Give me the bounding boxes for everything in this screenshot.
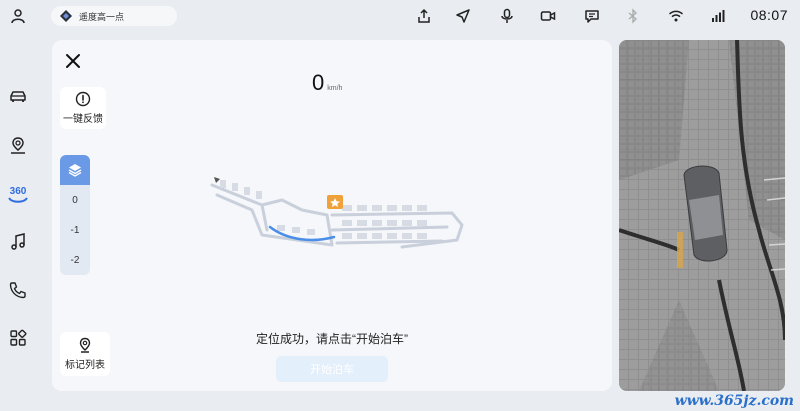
360-icon: 360 bbox=[8, 186, 28, 203]
layers-icon bbox=[68, 164, 82, 177]
wifi-icon[interactable] bbox=[668, 8, 684, 24]
signal-icon bbox=[712, 10, 725, 22]
floor-selector: 0 -1 -2 bbox=[60, 155, 90, 275]
destination-marker-icon bbox=[327, 195, 343, 209]
apps-icon[interactable] bbox=[8, 328, 28, 348]
camera-feed bbox=[619, 40, 785, 391]
car-icon[interactable] bbox=[8, 87, 28, 107]
parking-main-panel: 0 km/h 一键反馈 0 -1 -2 标记列表 定位成功，请点击“开始泊车” … bbox=[52, 40, 612, 391]
surround-camera-view[interactable] bbox=[619, 40, 785, 391]
floor-item[interactable]: -2 bbox=[60, 245, 90, 275]
parking-3d-map[interactable] bbox=[192, 165, 482, 265]
status-bar: 遥度高一点 08:07 bbox=[0, 0, 800, 32]
start-parking-button[interactable]: 开始泊车 bbox=[276, 356, 388, 382]
left-nav: 360 bbox=[0, 32, 36, 411]
status-message: 定位成功，请点击“开始泊车” bbox=[256, 332, 408, 346]
location-user-icon[interactable] bbox=[8, 136, 28, 156]
speed-readout: 0 km/h bbox=[312, 70, 342, 96]
close-icon[interactable] bbox=[62, 50, 84, 72]
floor-item[interactable]: 0 bbox=[60, 185, 90, 215]
music-icon[interactable] bbox=[8, 232, 28, 252]
message-icon[interactable] bbox=[584, 8, 600, 24]
mic-icon[interactable] bbox=[499, 8, 515, 24]
vehicle-marker-icon bbox=[214, 177, 220, 183]
layers-button[interactable] bbox=[60, 155, 90, 185]
nav-item-360[interactable]: 360 bbox=[6, 180, 30, 208]
watermark: www.365jz.com bbox=[674, 393, 794, 409]
floor-item[interactable]: -1 bbox=[60, 215, 90, 245]
bluetooth-icon[interactable] bbox=[625, 8, 641, 24]
speed-value: 0 bbox=[312, 70, 325, 95]
search-pill-text: 遥度高一点 bbox=[79, 11, 125, 22]
alert-circle-icon bbox=[75, 91, 91, 107]
brand-logo-icon bbox=[60, 10, 72, 22]
feedback-button[interactable]: 一键反馈 bbox=[60, 87, 106, 129]
speed-unit: km/h bbox=[327, 85, 343, 92]
camera-icon[interactable] bbox=[540, 8, 556, 24]
svg-text:360: 360 bbox=[10, 186, 27, 197]
navigation-icon[interactable] bbox=[455, 8, 471, 24]
phone-icon[interactable] bbox=[8, 280, 28, 300]
upload-icon[interactable] bbox=[416, 8, 432, 24]
voice-search-pill[interactable]: 遥度高一点 bbox=[51, 6, 177, 26]
user-icon[interactable] bbox=[10, 8, 26, 24]
feedback-label: 一键反馈 bbox=[63, 114, 103, 125]
clock: 08:07 bbox=[750, 7, 788, 23]
mark-list-label: 标记列表 bbox=[65, 360, 105, 371]
